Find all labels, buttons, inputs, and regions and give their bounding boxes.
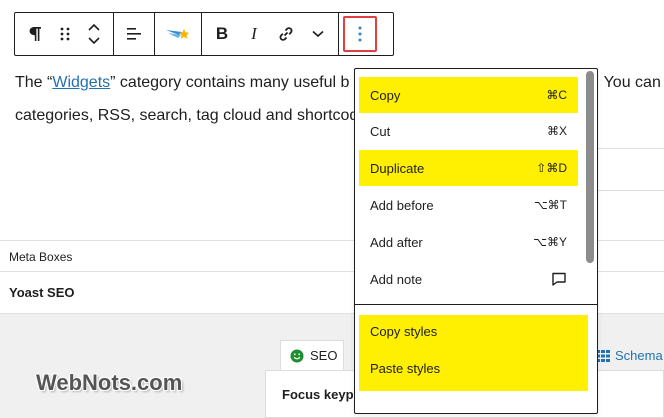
- link-icon: [279, 27, 293, 41]
- widgets-link[interactable]: Widgets: [52, 74, 110, 91]
- italic-button[interactable]: I: [238, 16, 270, 52]
- divider: [598, 190, 664, 191]
- block-toolbar: B I: [14, 12, 394, 56]
- block-options-menu: Copy ⌘C Cut ⌘X Duplicate ⇧⌘D Add before …: [354, 68, 598, 414]
- menu-item-paste-styles[interactable]: Paste styles: [359, 350, 578, 386]
- divider: [598, 148, 664, 149]
- link-button[interactable]: [270, 16, 302, 52]
- highlighter-button[interactable]: [159, 16, 197, 52]
- more-rich-text-button[interactable]: [302, 16, 334, 52]
- block-type-group: [15, 13, 114, 55]
- drag-handle-icon: [60, 27, 70, 41]
- tab-seo[interactable]: SEO: [280, 340, 344, 370]
- menu-item-add-note[interactable]: Add note: [359, 261, 578, 297]
- format-group: B I: [202, 13, 339, 55]
- options-group: [339, 13, 380, 55]
- grid-icon: [596, 349, 610, 362]
- align-left-icon: [127, 28, 141, 40]
- move-up-down-button[interactable]: [79, 16, 109, 52]
- menu-separator: [355, 304, 597, 305]
- highlighter-icon: [166, 29, 190, 39]
- drag-handle-button[interactable]: [51, 16, 79, 52]
- align-button[interactable]: [118, 16, 150, 52]
- menu-item-copy[interactable]: Copy ⌘C: [359, 77, 578, 113]
- pilcrow-icon: [29, 27, 41, 41]
- paragraph-block-button[interactable]: [19, 16, 51, 52]
- bold-button[interactable]: B: [206, 16, 238, 52]
- chevron-up-down-icon: [88, 23, 100, 45]
- vertical-ellipsis-icon: [358, 26, 362, 42]
- plugin-group: [155, 13, 202, 55]
- menu-scrollbar[interactable]: [586, 71, 594, 263]
- options-button[interactable]: [343, 16, 377, 52]
- comment-icon: [552, 272, 566, 286]
- menu-item-duplicate[interactable]: Duplicate ⇧⌘D: [359, 150, 578, 186]
- menu-item-cut[interactable]: Cut ⌘X: [359, 113, 578, 149]
- align-group: [114, 13, 155, 55]
- menu-item-copy-styles[interactable]: Copy styles: [359, 313, 578, 349]
- chevron-down-icon: [312, 30, 324, 38]
- menu-item-add-before[interactable]: Add before ⌥⌘T: [359, 187, 578, 223]
- smiley-icon: [290, 349, 304, 362]
- focus-keyphrase-label: Focus keyph: [282, 387, 362, 402]
- paragraph-line-1-end: . You can: [595, 74, 661, 91]
- watermark: WebNots.com: [36, 370, 183, 395]
- menu-item-add-after[interactable]: Add after ⌥⌘Y: [359, 224, 578, 260]
- tab-schema[interactable]: Schema: [596, 348, 663, 363]
